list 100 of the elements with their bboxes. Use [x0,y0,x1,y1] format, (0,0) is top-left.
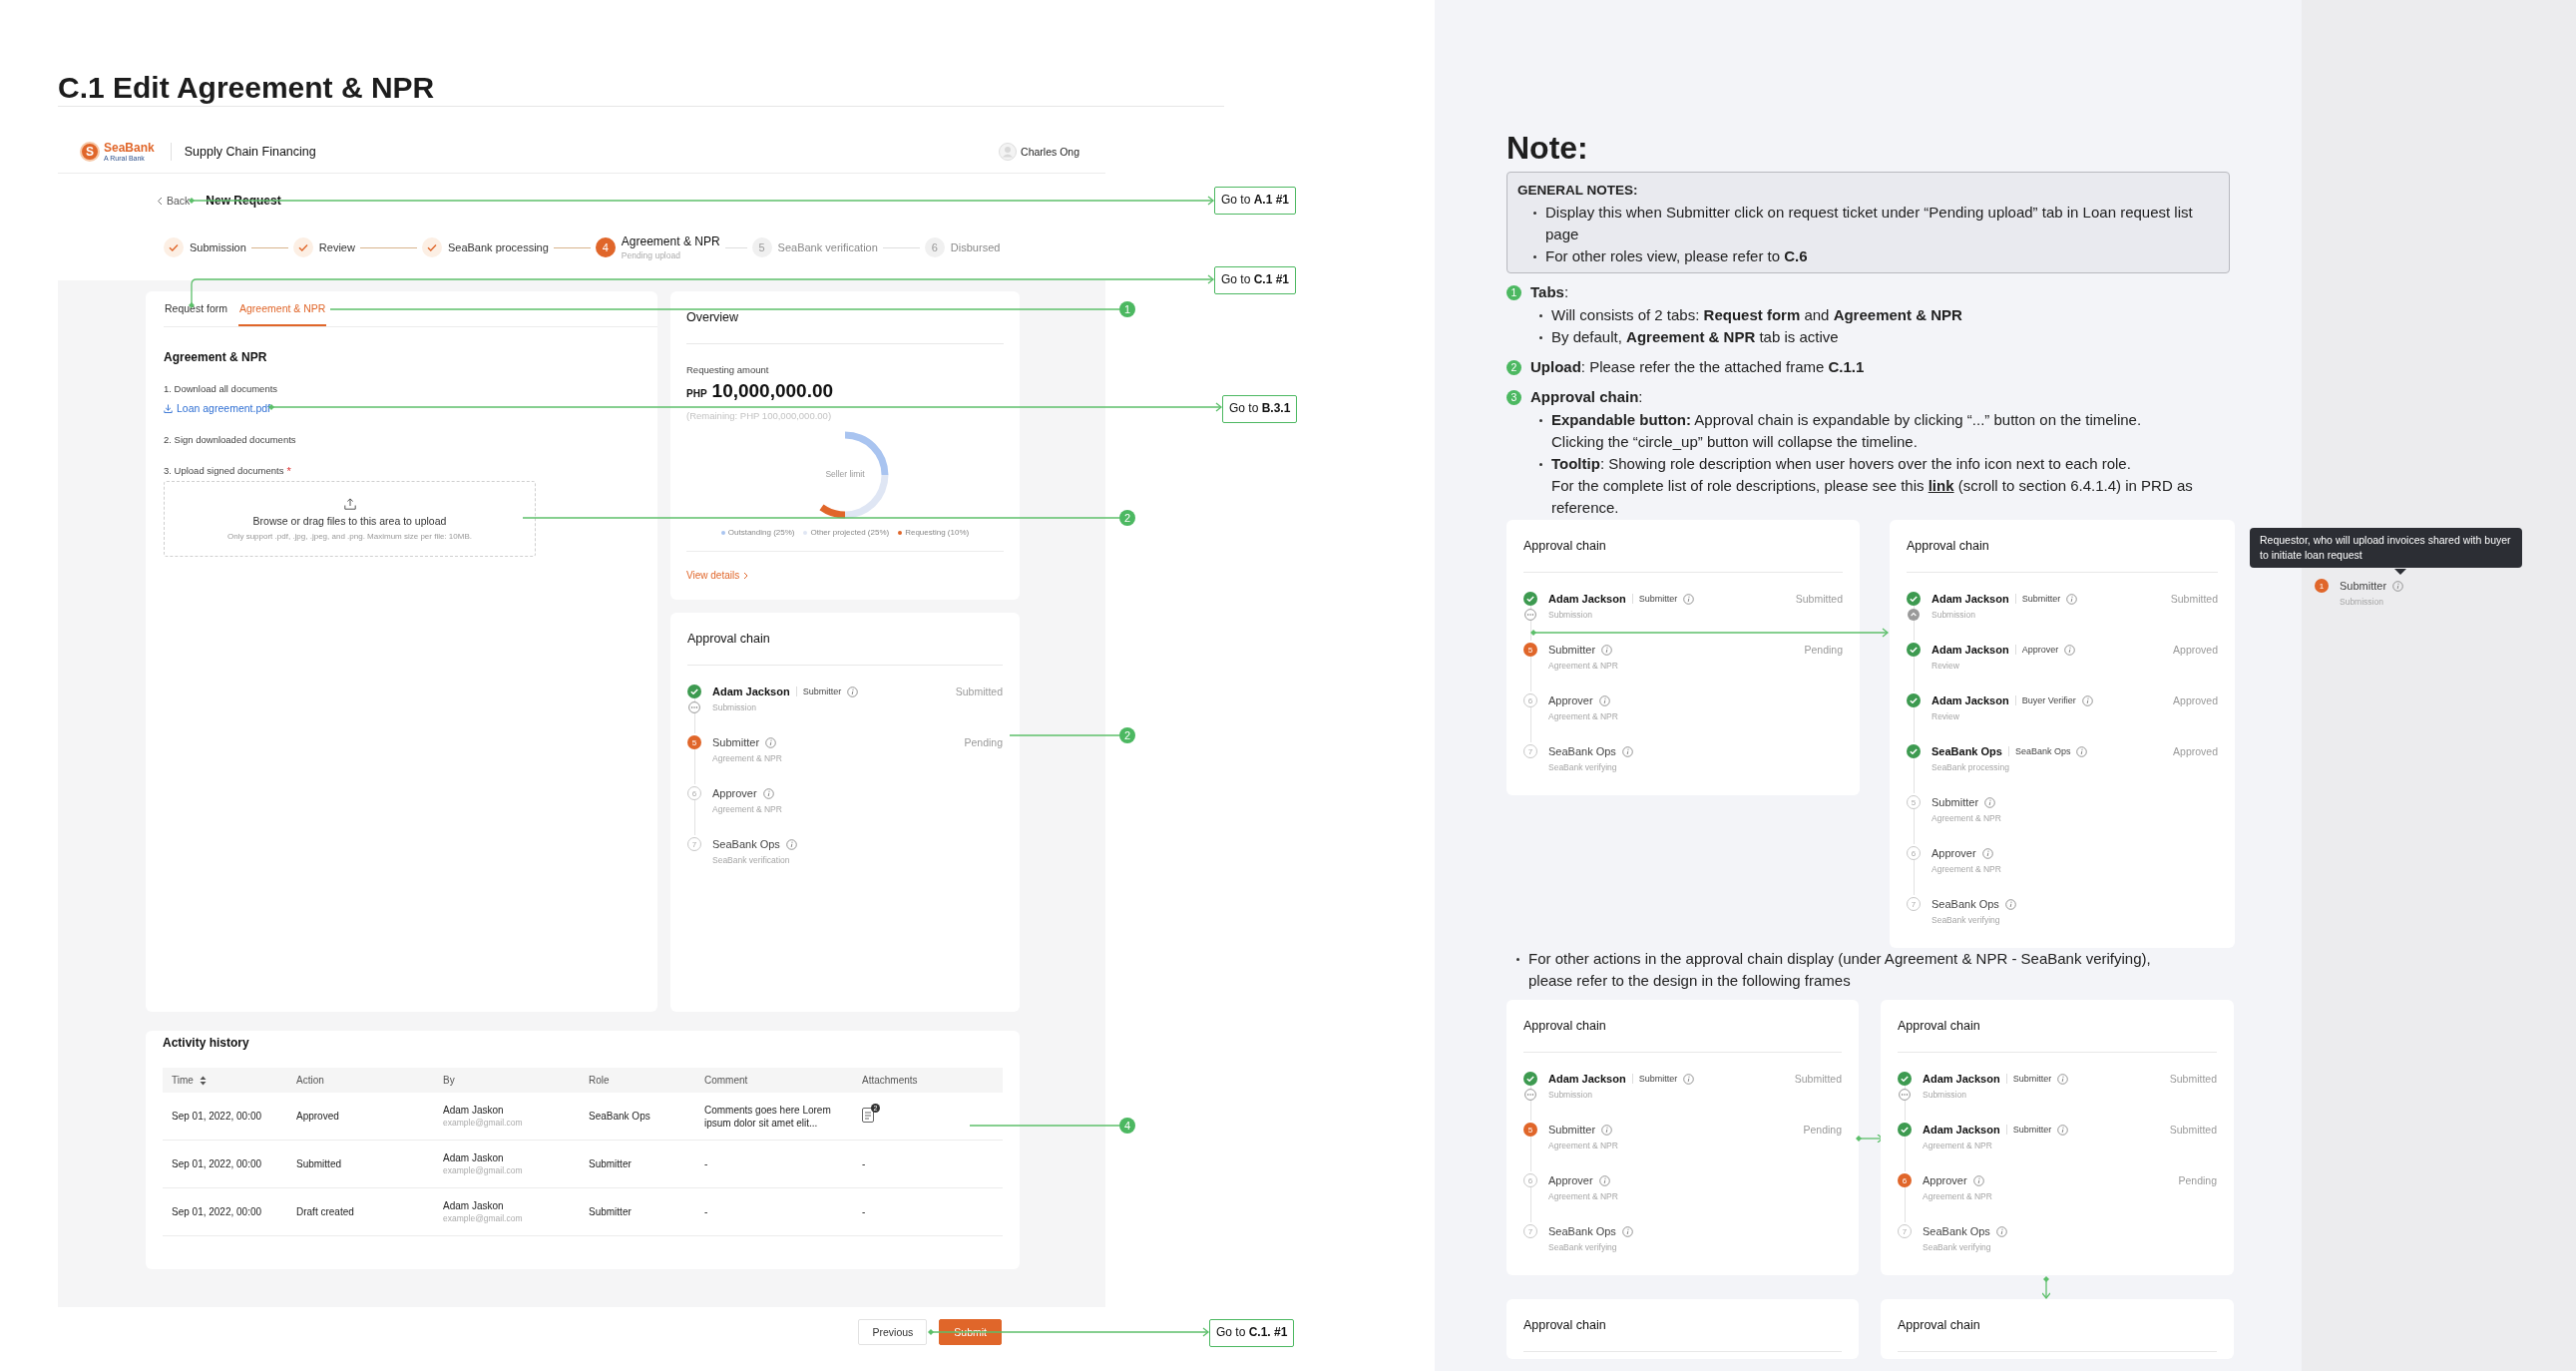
info-icon[interactable] [1601,644,1613,656]
info-icon[interactable] [1683,593,1695,605]
info-icon[interactable] [1601,1124,1613,1136]
approver-name: Adam Jackson [1932,644,2009,656]
upload-dropzone[interactable]: Browse or drag files to this area to upload Only support .pdf, .jpg, .jpeg, and .png. Maximum size per file: 10MB. [164,481,536,557]
card-title: Approval chain [1898,1317,1981,1334]
card-title: Approval chain [1907,538,1990,555]
stage-text: SeaBank verifying [1548,1242,1618,1252]
step-label: Submission [190,241,246,253]
bullet-icon [1539,463,1542,466]
remaining-text: (Remaining: PHP 100,000,000.00) [686,410,833,422]
avatar-icon[interactable] [999,142,1018,161]
card-title: Approval chain [1523,538,1607,555]
check-circle-icon [1523,592,1537,606]
info-icon[interactable] [1995,1225,2007,1237]
info-icon[interactable] [1598,1174,1610,1186]
column-header[interactable]: Time [163,1075,287,1086]
document-icon[interactable] [862,1107,874,1123]
approver-name: Approver [1548,694,1593,706]
view-details-link[interactable]: View details [686,570,749,581]
info-icon[interactable] [2392,580,2404,592]
info-icon[interactable] [2064,644,2076,656]
info-icon[interactable] [2076,745,2088,757]
info-icon[interactable] [1981,847,1993,859]
approver-name: Approver [1923,1174,1967,1186]
step-number: 4 [595,237,616,257]
chevron-right-icon [743,571,749,580]
info-icon[interactable] [1621,745,1633,757]
role-label: Submitter [2014,594,2061,604]
tab[interactable]: Agreement & NPR [238,291,327,326]
info-icon[interactable] [1598,694,1610,706]
info-icon[interactable] [1621,1225,1633,1237]
info-icon[interactable] [765,736,777,748]
step-number: 5 [1523,643,1537,657]
previous-button[interactable]: Previous [858,1319,928,1345]
info-icon[interactable] [2081,694,2093,706]
role-label: Submitter [1631,594,1678,604]
approver-name: SeaBank Ops [1932,898,1999,910]
annotation-marker: 2 [1119,510,1135,526]
annotation-marker: 2 [1119,727,1135,743]
stage-text: Agreement & NPR [1548,1191,1619,1201]
ellipsis-icon[interactable] [1524,609,1536,621]
table-cell-text: Comments goes here Lorem ipsum dolor sit amet elit... [703,1103,832,1130]
check-icon [292,237,313,257]
role-label: Submitter [795,686,842,696]
info-icon[interactable] [1972,1174,1984,1186]
info-icon[interactable] [785,838,797,850]
info-icon[interactable] [1984,796,1996,808]
page-heading: New Request [206,194,281,208]
annotation-marker: 2 [1506,359,1521,375]
info-icon[interactable] [762,787,774,799]
field-label: 3. Upload signed documents [164,465,284,477]
card-title: Approval chain [1898,1018,1981,1035]
check-icon [164,237,184,257]
chevron-up-icon[interactable] [1908,609,1920,621]
approver-name: Approver [1548,1174,1593,1186]
ellipsis-icon[interactable] [1524,1089,1536,1101]
step-number: 7 [1523,744,1537,758]
bullet-icon [1539,336,1542,339]
info-icon[interactable] [847,686,859,697]
sort-icon [199,1075,207,1086]
status-text: Submitted [1794,1073,1842,1085]
required-mark: * [286,465,291,477]
stage-text: SeaBank verifying [1548,762,1618,772]
info-icon[interactable] [2057,1124,2069,1136]
role-label: Buyer Verifier [2014,695,2076,705]
status-text: Submitted [2169,1073,2217,1085]
info-icon[interactable] [2066,593,2078,605]
step-status: Pending upload [621,250,681,260]
back-button[interactable]: Back [157,195,191,207]
approver-name: Submitter [1548,644,1596,656]
user-name[interactable]: Charles Ong [1021,145,1079,158]
file-link[interactable]: Loan agreement.pdf [164,401,270,415]
status-text: Pending [1803,1124,1842,1136]
stage-text: SeaBank verification [712,855,791,865]
column-header: By [442,1075,456,1086]
table-cell-text: SeaBank Ops [588,1110,651,1123]
stage-text: Agreement & NPR [1548,711,1619,721]
approver-name: Approver [1932,847,1976,859]
ellipsis-icon[interactable] [1899,1089,1911,1101]
status-text: Submitted [2169,1124,2217,1136]
stage-text: SeaBank processing [1932,762,2010,772]
info-icon[interactable] [2004,898,2016,910]
tab[interactable]: Request form [164,291,229,326]
info-icon[interactable] [2057,1073,2069,1085]
note-text: For other roles view, please refer to C.6 [1545,246,1808,266]
bullet-icon [1539,419,1542,422]
ellipsis-icon[interactable] [688,701,700,713]
approver-name: Adam Jackson [1548,593,1626,605]
status-text: Approved [2173,644,2218,656]
stage-text: Review [1932,661,1960,671]
stage-text: Agreement & NPR [712,804,783,814]
bullet-icon [1539,314,1542,317]
info-icon[interactable] [1683,1073,1695,1085]
step-number: 6 [924,237,945,257]
go-to-label: Go to C.1. #1 [1209,1319,1295,1347]
stage-text: Agreement & NPR [1548,661,1619,671]
table-cell-text: Adam Jaskon example@gmail.com [442,1198,524,1225]
check-circle-icon [1523,1072,1537,1086]
prd-link[interactable]: link [1928,477,1954,494]
